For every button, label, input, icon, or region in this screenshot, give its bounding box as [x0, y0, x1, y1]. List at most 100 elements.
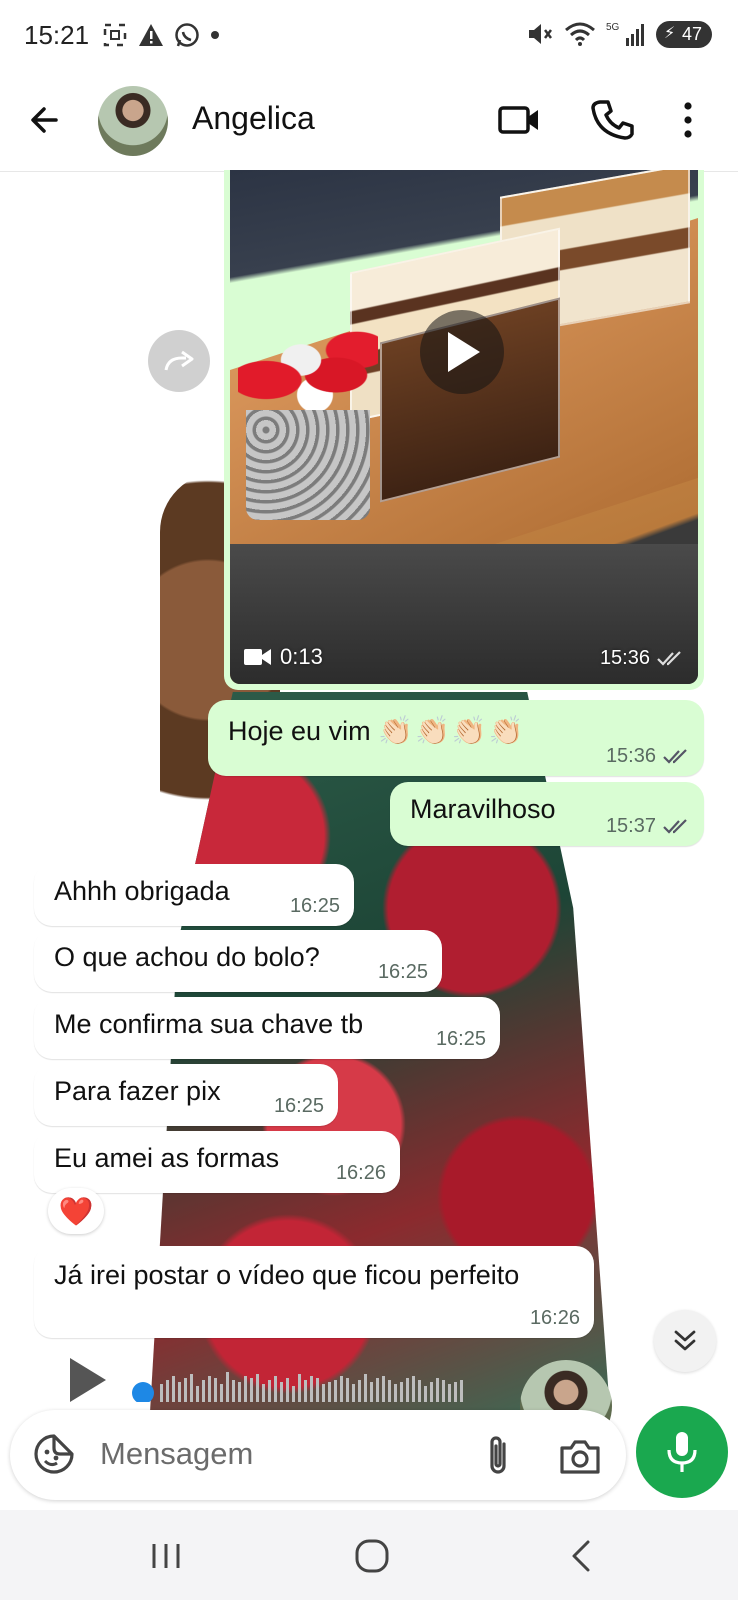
waveform-bar: [358, 1380, 361, 1402]
waveform-bar: [364, 1374, 367, 1402]
message-time: 15:36: [605, 745, 656, 767]
video-timestamp: 15:36: [600, 647, 684, 670]
waveform-bar: [388, 1380, 391, 1402]
phone-icon[interactable]: [590, 96, 638, 144]
waveform-bar: [166, 1380, 169, 1402]
message-time: 16:26: [529, 1307, 580, 1329]
double-chevron-down-icon: [674, 1330, 696, 1351]
waveform-bar: [340, 1376, 343, 1402]
audio-play-icon[interactable]: [70, 1358, 106, 1402]
waveform-bar: [178, 1382, 181, 1402]
contact-avatar[interactable]: [98, 86, 168, 156]
message-input[interactable]: Mensagem: [100, 1436, 253, 1472]
waveform-bar: [244, 1376, 247, 1402]
system-nav-bar: [0, 1510, 738, 1600]
warning-icon: [139, 24, 163, 46]
message-bubble-incoming[interactable]: O que achou do bolo? 16:25: [34, 930, 442, 992]
scroll-to-bottom-button[interactable]: [654, 1310, 716, 1372]
waveform-bar: [172, 1376, 175, 1402]
video-message-bubble[interactable]: 0:13 15:36: [224, 170, 704, 690]
message-bubble-incoming[interactable]: Para fazer pix 16:25: [34, 1064, 338, 1126]
waveform-bar: [184, 1378, 187, 1402]
waveform-bar: [412, 1376, 415, 1402]
waveform-bar: [316, 1378, 319, 1402]
message-text: Me confirma sua chave tb: [54, 1009, 364, 1039]
waveform-bar: [346, 1378, 349, 1402]
waveform-bar: [232, 1380, 235, 1402]
message-text: Maravilhoso: [410, 794, 556, 824]
waveform-bar: [262, 1384, 265, 1402]
message-bubble-incoming[interactable]: Me confirma sua chave tb 16:25: [34, 997, 500, 1059]
waveform-bar: [190, 1374, 193, 1402]
message-time: 16:25: [273, 1095, 324, 1117]
status-bar: 15:21 5G 47: [0, 0, 738, 70]
more-vert-icon[interactable]: [664, 96, 712, 144]
signal-5g-icon: 5G: [606, 22, 644, 46]
message-text: Já irei postar o vídeo que ficou perfeit…: [54, 1260, 520, 1290]
audio-waveform[interactable]: [160, 1372, 540, 1402]
message-bubble-incoming[interactable]: Eu amei as formas 16:26: [34, 1131, 400, 1193]
chat-header: Angelica: [0, 70, 738, 172]
waveform-bar: [400, 1382, 403, 1402]
home-icon[interactable]: [352, 1536, 392, 1576]
waveform-bar: [202, 1380, 205, 1402]
sticker-icon[interactable]: [32, 1432, 76, 1476]
waveform-bar: [196, 1386, 199, 1402]
waveform-bar: [238, 1382, 241, 1402]
waveform-bar: [250, 1378, 253, 1402]
waveform-bar: [226, 1372, 229, 1402]
forward-button[interactable]: [148, 330, 210, 392]
waveform-bar: [418, 1380, 421, 1402]
waveform-bar: [322, 1384, 325, 1402]
wifi-icon: [564, 22, 595, 46]
dot-icon: [211, 31, 219, 39]
message-time: 16:25: [289, 895, 340, 917]
message-text: Para fazer pix: [54, 1076, 221, 1106]
message-bubble-outgoing[interactable]: Hoje eu vim 👏🏻👏🏻👏🏻👏🏻 15:36: [208, 700, 704, 776]
message-time: 15:37: [605, 815, 656, 837]
message-reaction[interactable]: ❤️: [48, 1188, 104, 1234]
double-check-icon: [663, 748, 687, 764]
back-arrow-icon[interactable]: [26, 98, 70, 142]
message-meta: 15:36: [606, 745, 690, 768]
message-bubble-incoming[interactable]: Ahhh obrigada 16:25: [34, 864, 354, 926]
recent-apps-icon[interactable]: [146, 1536, 186, 1576]
forward-icon: [164, 350, 194, 371]
message-time: 16:25: [435, 1028, 486, 1050]
waveform-bar: [334, 1380, 337, 1402]
video-play-button[interactable]: [420, 310, 504, 394]
attach-icon[interactable]: [478, 1434, 518, 1478]
svg-text:5G: 5G: [606, 22, 620, 33]
video-duration-text: 0:13: [280, 644, 323, 669]
waveform-bar: [256, 1374, 259, 1402]
voice-record-button[interactable]: [636, 1406, 728, 1498]
waveform-bar: [460, 1380, 463, 1402]
audio-progress-handle[interactable]: [132, 1382, 154, 1402]
mute-icon: [528, 24, 552, 44]
message-text: O que achou do bolo?: [54, 942, 320, 972]
message-text: Ahhh obrigada: [54, 876, 230, 906]
notification-icons: [102, 22, 220, 48]
message-composer[interactable]: Mensagem: [10, 1410, 626, 1500]
waveform-bar: [160, 1384, 163, 1402]
waveform-bar: [370, 1382, 373, 1402]
back-nav-icon[interactable]: [562, 1536, 602, 1576]
video-thumbnail[interactable]: 0:13 15:36: [230, 170, 698, 684]
video-call-icon[interactable]: [496, 96, 544, 144]
thumb-utensils: [238, 320, 378, 520]
videocam-icon: [244, 649, 271, 665]
message-time: 16:26: [335, 1162, 386, 1184]
message-bubble-incoming[interactable]: Já irei postar o vídeo que ficou perfeit…: [34, 1246, 594, 1338]
contact-name[interactable]: Angelica: [192, 100, 315, 137]
waveform-bar: [310, 1376, 313, 1402]
status-time: 15:21: [24, 20, 90, 50]
waveform-bar: [454, 1382, 457, 1402]
message-bubble-outgoing[interactable]: Maravilhoso 15:37: [390, 782, 704, 846]
camera-icon[interactable]: [558, 1434, 602, 1478]
video-duration: 0:13: [244, 644, 323, 670]
waveform-bar: [406, 1378, 409, 1402]
message-text: Eu amei as formas: [54, 1143, 280, 1173]
waveform-bar: [442, 1380, 445, 1402]
waveform-bar: [436, 1378, 439, 1402]
waveform-bar: [328, 1382, 331, 1402]
